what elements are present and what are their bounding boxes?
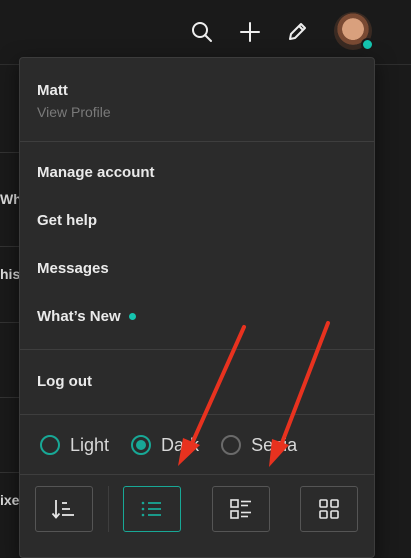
theme-label: Sepia [251,434,298,455]
menu-item-label: Messages [37,260,109,277]
whats-new-item[interactable]: What’s New [37,308,136,325]
profile-name: Matt [37,82,68,99]
theme-option-sepia[interactable]: Sepia [221,435,297,456]
grid-view-button[interactable] [300,486,358,532]
messages-item[interactable]: Messages [37,260,109,277]
bg-divider [0,152,20,153]
radio-light[interactable] [40,435,60,455]
plus-icon[interactable] [238,20,262,44]
sort-icon [51,500,74,519]
new-indicator-dot [128,313,136,320]
avatar[interactable] [334,12,374,51]
theme-label: Light [70,434,110,455]
manage-account-item[interactable]: Manage account [37,164,155,181]
radio-dark[interactable] [131,435,152,455]
sort-view-button[interactable] [35,486,93,532]
bg-divider [0,322,20,323]
online-status-dot [361,38,374,51]
pencil-icon[interactable] [285,20,309,44]
profile-section[interactable]: Matt View Profile [37,82,111,120]
get-help-item[interactable]: Get help [37,212,97,229]
list-icon [141,501,161,517]
bg-divider [0,246,20,247]
search-icon[interactable] [190,20,214,44]
bg-divider [0,472,20,473]
menu-divider [20,349,374,350]
compact-list-view-button[interactable] [212,486,270,532]
view-divider [108,486,109,532]
theme-option-dark[interactable]: Dark [131,435,199,456]
theme-option-light[interactable]: Light [40,435,109,456]
log-out-item[interactable]: Log out [37,373,92,390]
bg-divider [0,397,20,398]
grid-icon [319,499,339,519]
list-view-button[interactable] [123,486,181,532]
view-profile-link[interactable]: View Profile [37,104,111,120]
menu-divider [20,474,374,475]
menu-item-label: Manage account [37,164,155,181]
menu-divider [20,141,374,142]
profile-dropdown-menu: Matt View Profile Manage account Get hel… [19,57,375,558]
theme-label: Dark [161,434,200,455]
menu-item-label: Get help [37,212,98,229]
bg-text-fragment: his [0,266,20,282]
menu-item-label: What’s New [37,308,121,325]
theme-selector: Light Dark Sepia [40,431,317,459]
menu-divider [20,414,374,415]
bg-text-fragment: ixe [0,492,20,508]
menu-item-label: Log out [37,373,92,390]
radio-sepia[interactable] [221,435,242,455]
bg-text-fragment: Wh [0,191,20,207]
compact-list-icon [230,499,251,519]
